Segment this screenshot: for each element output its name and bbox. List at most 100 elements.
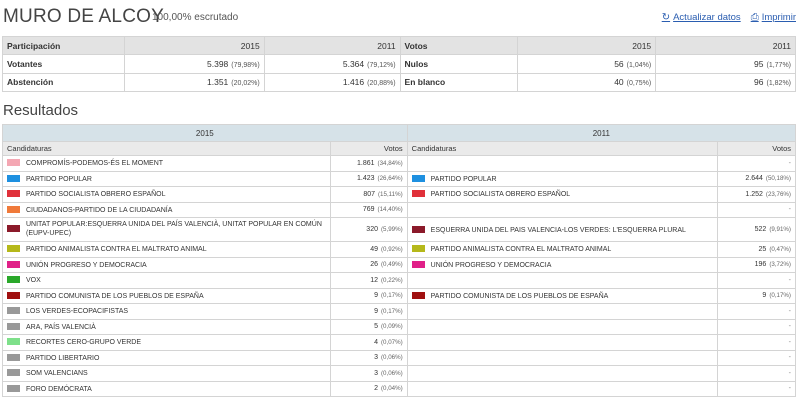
participation-header: Participación <box>2 35 125 56</box>
votes-percent: (14,40%) <box>377 206 403 214</box>
summary-row-label: Abstención <box>2 72 125 93</box>
party-cell: CIUDADANOS-PARTIDO DE LA CIUDADANÍA <box>2 201 331 218</box>
party-color-swatch <box>7 322 20 330</box>
party-name: RECORTES CERO-GRUPO VERDE <box>26 339 141 347</box>
party-cell: ARA, PAÍS VALENCIÀ <box>2 318 331 335</box>
result-row: FORO DEMÓCRATA 2 (0,04%) - <box>2 380 796 397</box>
votes-percent: (23,76%) <box>765 190 791 198</box>
header-actions: ↻ Actualizar datos ⎙ Imprimir <box>662 12 796 23</box>
summary-value-number: 95 <box>754 58 764 69</box>
party-cell <box>406 303 719 320</box>
votes-cell: 3 (0,06%) <box>330 349 408 366</box>
party-name: PARTIDO POPULAR <box>430 175 497 183</box>
party-cell <box>406 334 719 351</box>
results-year-row: 2015 2011 <box>2 124 797 142</box>
summary-value: 5.398 (79,98%) <box>123 54 265 74</box>
party-cell: PARTIDO ANIMALISTA CONTRA EL MALTRATO AN… <box>2 241 331 258</box>
votes-percent: (34,84%) <box>377 159 403 167</box>
votes-cell: 1.423 (26,64%) <box>330 170 408 187</box>
party-cell: UNIÓN PROGRESO Y DEMOCRACIA <box>2 256 331 273</box>
party-cell <box>406 380 719 397</box>
votes-count: 1.861 <box>357 159 375 167</box>
votes-percent: (0,47%) <box>769 245 791 253</box>
summary-value-number: 5.364 <box>342 58 365 69</box>
party-cell: SOM VALENCIANS <box>2 365 331 382</box>
party-color-swatch <box>7 338 20 346</box>
summary-value: 40 (0,75%) <box>517 72 657 93</box>
votes-percent: (9,91%) <box>769 226 791 233</box>
votes-count: 12 <box>370 276 378 284</box>
summary-value-number: 5.398 <box>207 58 229 69</box>
votes-cell: - <box>717 334 796 351</box>
result-row: LOS VERDES-ECOPACIFISTAS 9 (0,17%) - <box>2 303 796 320</box>
party-name: UNIÓN PROGRESO Y DEMOCRACIA <box>430 261 552 269</box>
party-color-swatch <box>7 205 20 213</box>
party-cell: VOX <box>2 272 331 289</box>
party-color-swatch <box>7 291 20 299</box>
summary-value-pct: (20,88%) <box>367 80 396 88</box>
party-cell: RECORTES CERO-GRUPO VERDE <box>2 334 331 351</box>
party-cell <box>406 272 719 289</box>
summary-value-pct: (1,82%) <box>766 80 791 88</box>
votes-cell: 3 (0,06%) <box>330 365 408 382</box>
votes-count: 320 <box>366 226 378 233</box>
votes-count: 769 <box>362 206 375 214</box>
summary-value: 1.416 (20,88%) <box>263 72 401 93</box>
votes-cell: - <box>717 318 796 335</box>
votes-column-header-b: Votos <box>717 141 796 156</box>
votes-count: 1.252 <box>745 190 763 198</box>
print-link[interactable]: ⎙ Imprimir <box>751 12 796 23</box>
summary-year-b: 2011 <box>263 35 401 56</box>
results-year-b: 2011 <box>406 124 797 142</box>
result-row: UNITAT POPULAR:ESQUERRA UNIDA DEL PAÍS V… <box>2 217 796 242</box>
party-cell: PARTIDO SOCIALISTA OBRERO ESPAÑOL <box>406 186 719 203</box>
votes-count: 4 <box>374 338 378 346</box>
summary-value: 95 (1,77%) <box>655 54 796 74</box>
summary-year-b-right: 2011 <box>655 35 796 56</box>
party-name: SOM VALENCIANS <box>26 370 88 378</box>
party-cell: PARTIDO POPULAR <box>2 170 331 187</box>
votes-count: 9 <box>762 292 767 300</box>
votes-count: 807 <box>363 190 375 198</box>
votes-count: 522 <box>754 226 767 233</box>
summary-value-number: 56 <box>614 58 624 69</box>
result-row: PARTIDO LIBERTARIO 3 (0,06%) - <box>2 349 796 366</box>
party-name: PARTIDO COMUNISTA DE LOS PUEBLOS DE ESPA… <box>430 292 609 300</box>
party-cell: PARTIDO SOCIALISTA OBRERO ESPAÑOL <box>2 186 331 203</box>
result-row: UNIÓN PROGRESO Y DEMOCRACIA 26 (0,49%) UNIÓ… <box>2 256 796 273</box>
party-name: ARA, PAÍS VALENCIÀ <box>26 323 96 331</box>
party-color-swatch <box>7 245 20 253</box>
votes-cell: 5 (0,09%) <box>330 318 408 335</box>
party-color-swatch <box>7 159 20 167</box>
votes-percent: (50,18%) <box>765 175 791 183</box>
party-cell <box>406 349 719 366</box>
result-row: PARTIDO COMUNISTA DE LOS PUEBLOS DE ESPA… <box>2 287 796 304</box>
party-color-swatch <box>7 353 20 361</box>
party-cell <box>406 155 719 172</box>
votes-percent: (0,06%) <box>380 354 403 362</box>
votes-count: 2.644 <box>745 175 763 183</box>
party-cell: UNIÓN PROGRESO Y DEMOCRACIA <box>406 256 719 273</box>
votes-cell: 1.861 (34,84%) <box>330 155 408 172</box>
votes-percent: (26,64%) <box>377 175 403 183</box>
votes-cell: 25 (0,47%) <box>717 241 796 258</box>
summary-row-label: Votantes <box>2 54 125 74</box>
votes-percent: (15,11%) <box>378 190 403 198</box>
candidatures-header: Candidaturas <box>2 141 331 156</box>
candidatures-header-b: Candidaturas <box>406 141 719 156</box>
party-name: PARTIDO ANIMALISTA CONTRA EL MALTRATO AN… <box>430 246 612 254</box>
votes-header: Votos <box>399 35 519 56</box>
votes-cell: 9 (0,17%) <box>330 303 408 320</box>
party-name: COMPROMÍS-PODEMOS-ÉS EL MOMENT <box>26 160 164 168</box>
refresh-link[interactable]: ↻ Actualizar datos <box>662 12 741 23</box>
votes-count: 9 <box>374 292 378 300</box>
summary-value-pct: (0,75%) <box>626 80 652 88</box>
party-name: PARTIDO SOCIALISTA OBRERO ESPAÑOL <box>430 191 571 199</box>
votes-cell: 2.644 (50,18%) <box>717 170 796 187</box>
votes-percent: (3,72%) <box>769 261 791 269</box>
votes-cell: - <box>717 380 796 397</box>
party-name: PARTIDO LIBERTARIO <box>26 354 100 362</box>
party-color-swatch <box>411 225 425 233</box>
party-name: UNITAT POPULAR:ESQUERRA UNIDA DEL PAÍS V… <box>26 221 322 237</box>
votes-cell: 9 (0,17%) <box>717 287 796 304</box>
